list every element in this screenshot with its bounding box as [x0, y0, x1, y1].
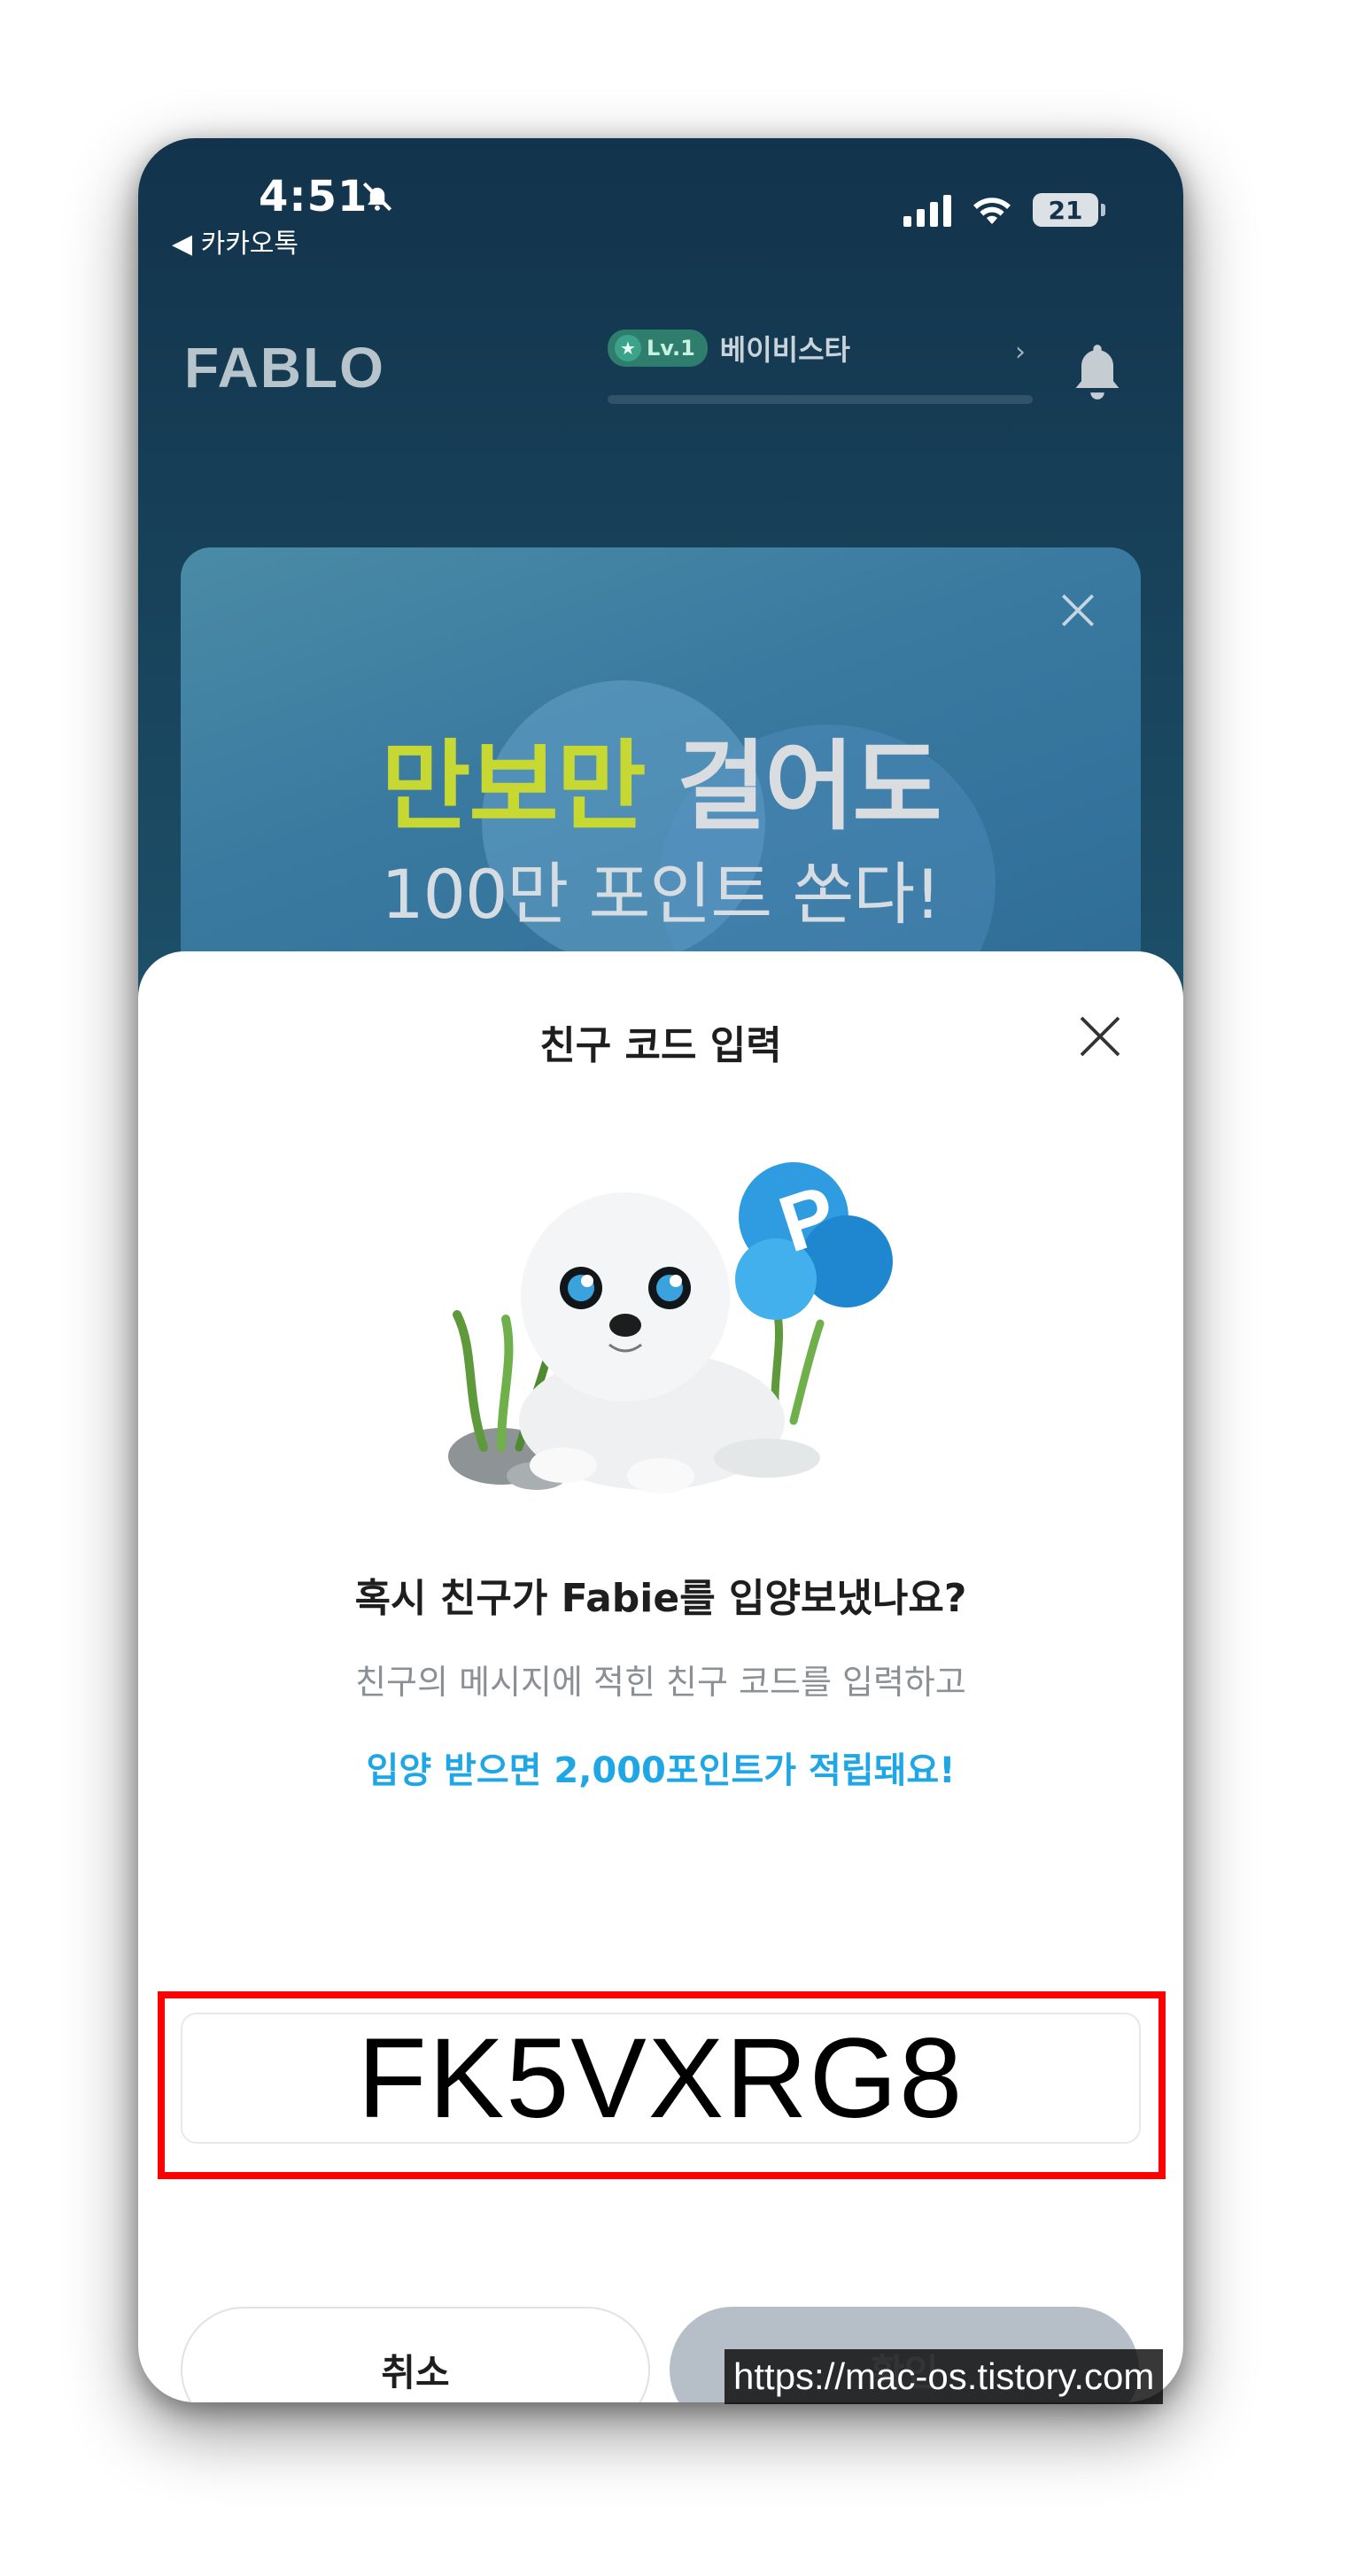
bell-mute-icon — [362, 182, 392, 212]
banner-headline-highlight: 만보만 — [381, 730, 647, 843]
watermark-url: https://mac-os.tistory.com — [724, 2349, 1164, 2404]
level-badge: ★ Lv.1 — [608, 330, 708, 367]
notification-bell-icon[interactable] — [1070, 340, 1125, 404]
cancel-button[interactable]: 취소 — [181, 2307, 650, 2402]
level-name: 베이비스타 — [719, 333, 850, 367]
level-progress-bar — [608, 395, 1033, 404]
banner-subheadline: 100만 포인트 쏜다! — [381, 855, 941, 934]
cellular-signal-icon — [903, 193, 951, 227]
battery-level: 21 — [1048, 195, 1083, 225]
friend-code-input[interactable]: FK5VXRG8 — [181, 2013, 1141, 2144]
status-time: 4:51 — [259, 172, 368, 221]
sheet-description: 친구의 메시지에 적힌 친구 코드를 입력하고 — [355, 1663, 966, 1702]
back-to-app-link[interactable]: ◀ 카카오톡 — [172, 221, 298, 260]
sheet-headline: 혹시 친구가 Fabie를 입양보냈나요? — [354, 1576, 967, 1621]
mascot-seal-illustration: P — [448, 1162, 893, 1494]
status-indicators: 21 — [903, 193, 1105, 227]
close-icon[interactable] — [1056, 588, 1100, 632]
close-icon[interactable] — [1075, 1012, 1125, 1061]
friend-code-sheet: 친구 코드 입력 P 혹시 친구가 Fabie를 입양보냈나요? 친구의 메시지… — [138, 951, 1183, 2402]
banner-headline-rest: 걸어도 — [644, 730, 942, 843]
star-icon: ★ — [615, 335, 641, 361]
reward-notice: 입양 받으면 2,000포인트가 적립돼요! — [366, 1750, 956, 1791]
phone-screen: 4:51 ◀ 카카오톡 21 FABLO ★ Lv.1 베이비스타 › 만보만 … — [138, 138, 1183, 2402]
chevron-right-icon: › — [1015, 337, 1026, 368]
app-logo: FABLO — [184, 336, 385, 400]
level-status-link[interactable]: ★ Lv.1 베이비스타 — [608, 328, 850, 369]
level-badge-label: Lv.1 — [647, 336, 695, 361]
wifi-icon — [973, 198, 1011, 224]
battery-icon: 21 — [1033, 193, 1105, 227]
sheet-title: 친구 코드 입력 — [539, 1023, 782, 1068]
banner-headline: 만보만 걸어도 — [181, 707, 1141, 849]
